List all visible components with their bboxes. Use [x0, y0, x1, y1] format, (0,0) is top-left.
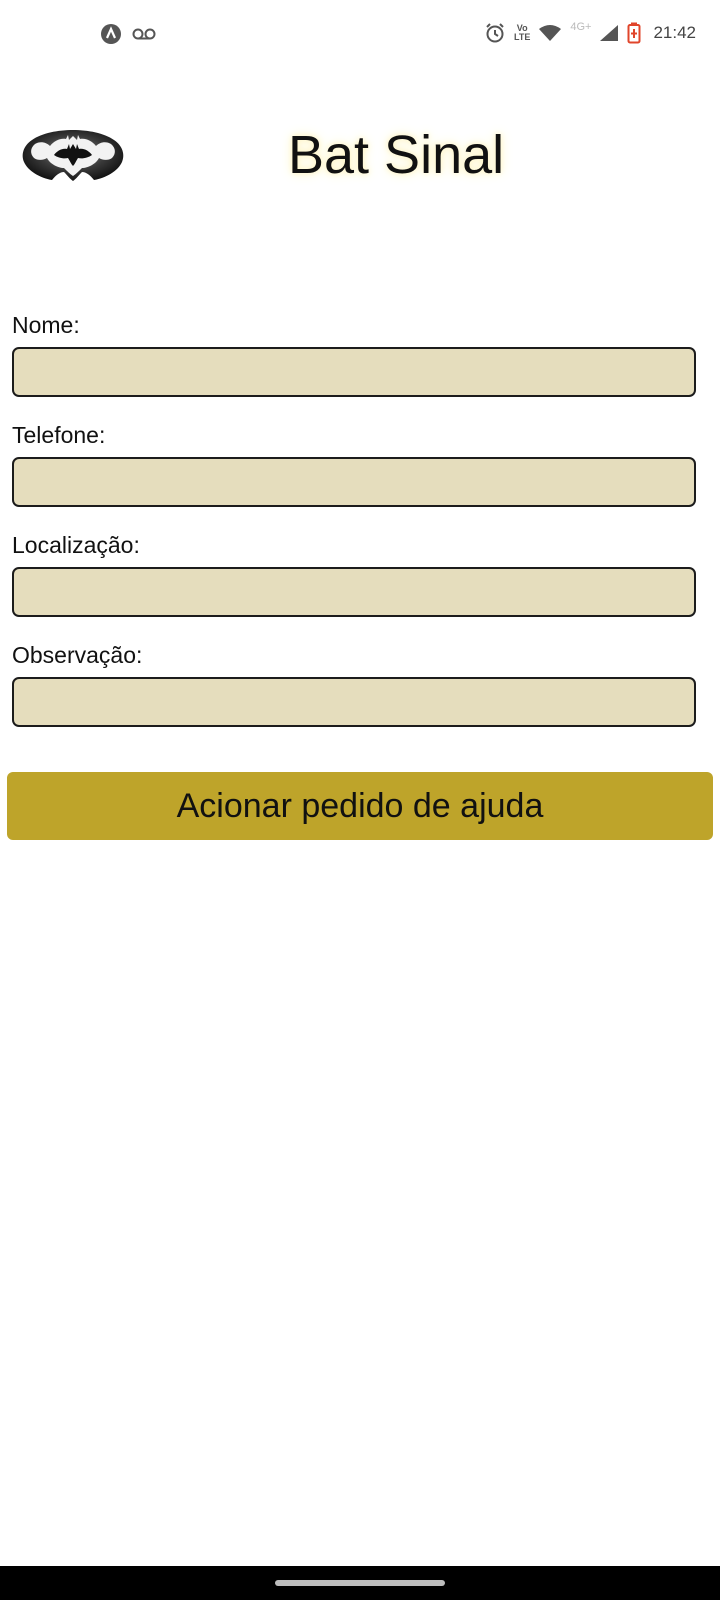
nome-label: Nome: — [12, 312, 80, 338]
navigation-bar — [0, 1566, 720, 1600]
voicemail-icon — [132, 27, 156, 41]
cellular-signal-icon — [599, 24, 619, 42]
observacao-input[interactable] — [12, 677, 696, 727]
status-bar: Vo LTE 4G+ 21:42 — [0, 0, 720, 70]
status-time: 21:42 — [653, 23, 696, 42]
localizacao-label: Localização: — [12, 532, 140, 558]
network-type-label: 4G+ — [570, 21, 592, 33]
telefone-input[interactable] — [12, 457, 696, 507]
wifi-icon — [538, 24, 562, 42]
alarm-icon — [484, 22, 506, 44]
status-bar-right: Vo LTE 4G+ 21:42 — [484, 21, 696, 44]
volte-icon: Vo LTE — [514, 24, 530, 42]
telefone-label: Telefone: — [12, 422, 106, 448]
batman-logo — [20, 128, 126, 182]
app-notification-icon — [100, 23, 122, 45]
page-title: Bat Sinal — [288, 125, 505, 185]
home-gesture-handle[interactable] — [275, 1580, 445, 1586]
status-bar-left — [100, 23, 156, 45]
acionar-pedido-button[interactable]: Acionar pedido de ajuda — [7, 772, 713, 840]
nome-input[interactable] — [12, 347, 696, 397]
volte-label-bottom: LTE — [514, 32, 531, 42]
observacao-label: Observação: — [12, 642, 143, 668]
localizacao-input[interactable] — [12, 567, 696, 617]
battery-icon — [627, 22, 641, 44]
